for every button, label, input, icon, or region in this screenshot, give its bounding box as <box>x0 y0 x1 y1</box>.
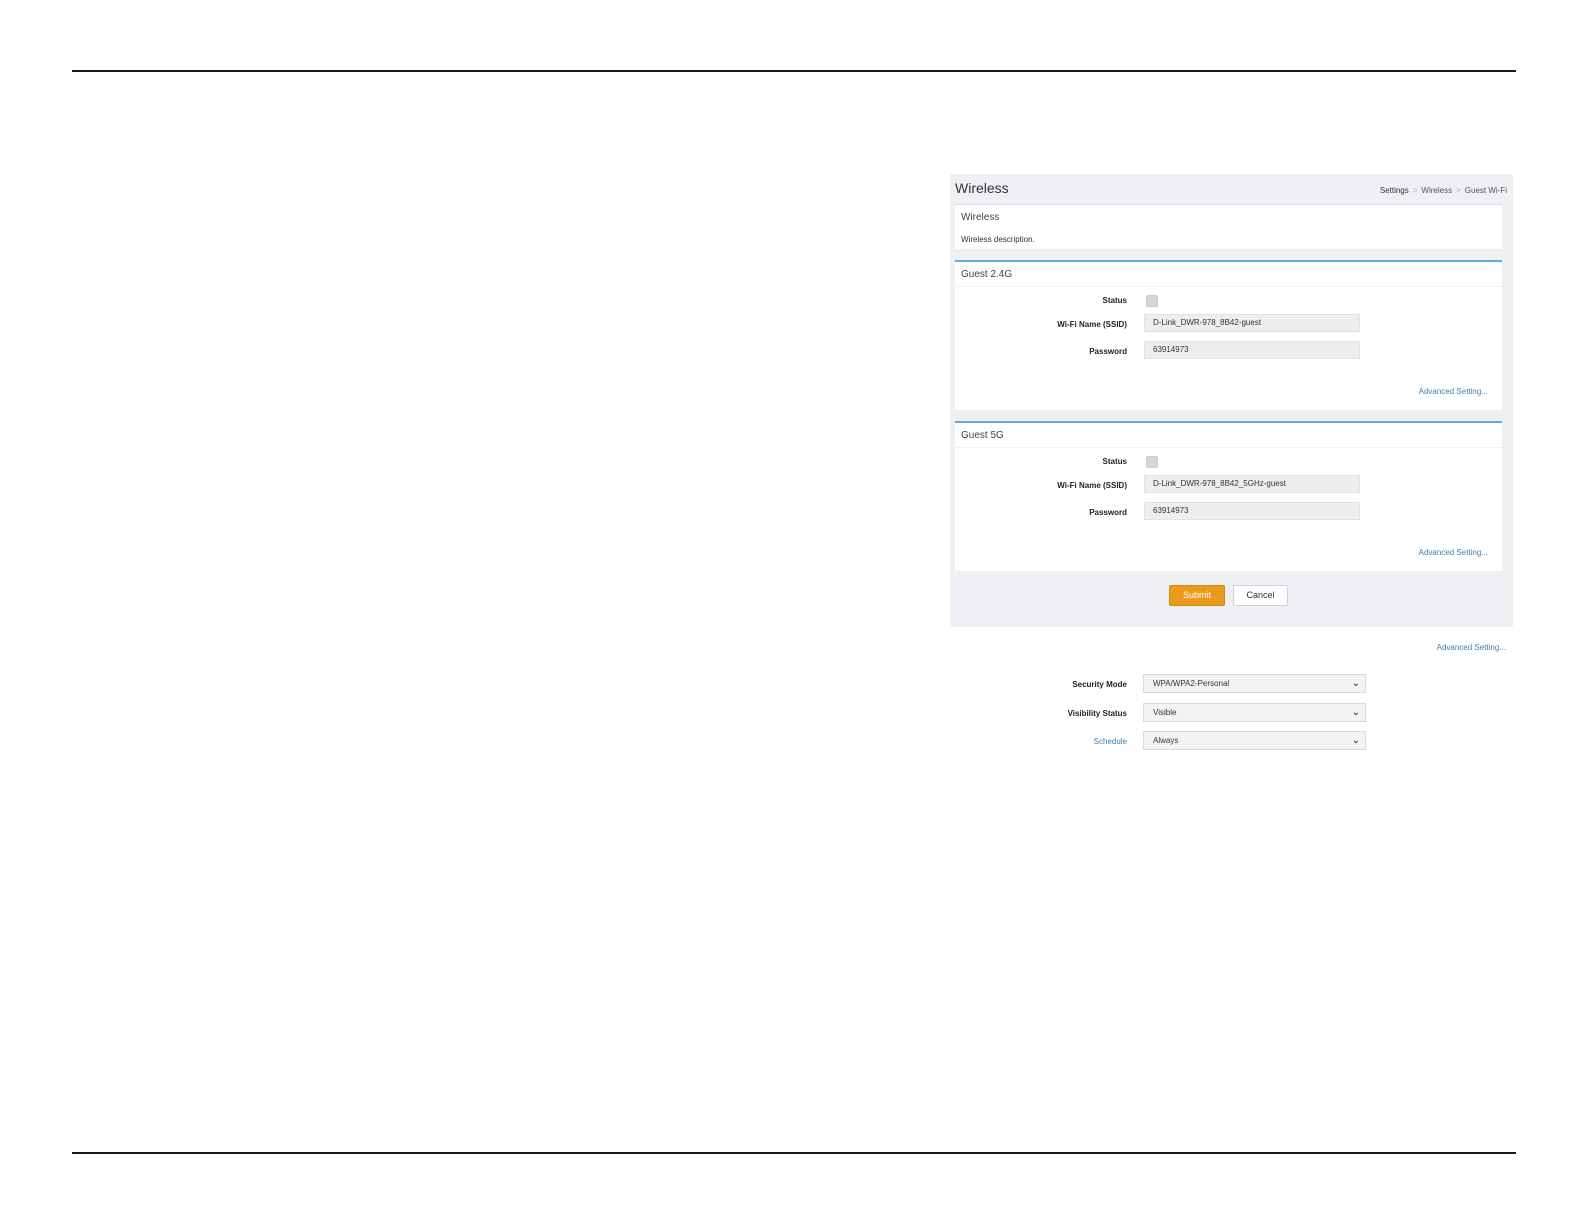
chevron-down-icon: ⌄ <box>1351 678 1360 689</box>
guest-5g-advanced-link[interactable]: Advanced Setting... <box>1419 548 1488 557</box>
top-divider <box>72 70 1516 72</box>
advanced-setting-link[interactable]: Advanced Setting... <box>1437 643 1506 652</box>
guest-5g-ssid-input[interactable]: D-Link_DWR-978_8B42_5GHz-guest <box>1144 475 1360 493</box>
wireless-info-panel: Wireless Wireless description. <box>955 204 1502 249</box>
guest-24g-panel: Guest 2.4G Status Wi-Fi Name (SSID) D-Li… <box>955 260 1502 410</box>
chevron-down-icon: ⌄ <box>1351 707 1360 718</box>
breadcrumb-separator: > <box>1456 186 1461 195</box>
password-label: Password <box>1089 508 1127 517</box>
ssid-label: Wi-Fi Name (SSID) <box>1057 320 1127 329</box>
guest-24g-ssid-input[interactable]: D-Link_DWR-978_8B42-guest <box>1144 314 1360 332</box>
guest-5g-title: Guest 5G <box>961 430 1004 441</box>
visibility-status-value: Visible <box>1153 708 1177 717</box>
page-title: Wireless <box>955 180 1009 196</box>
visibility-status-label: Visibility Status <box>1067 709 1127 718</box>
info-panel-description: Wireless description. <box>961 235 1035 244</box>
schedule-link[interactable]: Schedule <box>1094 737 1127 746</box>
page-header: Wireless Settings > Wireless > Guest Wi-Fi <box>955 178 1507 202</box>
breadcrumb-guest-wifi: Guest Wi-Fi <box>1464 186 1507 195</box>
chevron-down-icon: ⌄ <box>1351 735 1360 746</box>
panel-divider <box>955 447 1502 448</box>
breadcrumb-wireless[interactable]: Wireless <box>1421 186 1452 195</box>
breadcrumb: Settings > Wireless > Guest Wi-Fi <box>1380 186 1507 195</box>
status-label: Status <box>1102 296 1127 305</box>
password-label: Password <box>1089 347 1127 356</box>
info-panel-title: Wireless <box>961 212 1000 223</box>
guest-24g-advanced-link[interactable]: Advanced Setting... <box>1419 387 1488 396</box>
guest-24g-status-checkbox[interactable] <box>1146 295 1158 307</box>
guest-24g-title: Guest 2.4G <box>961 269 1013 280</box>
security-mode-select[interactable]: WPA/WPA2-Personal ⌄ <box>1143 674 1366 693</box>
schedule-value: Always <box>1153 736 1179 745</box>
guest-5g-panel: Guest 5G Status Wi-Fi Name (SSID) D-Link… <box>955 421 1502 571</box>
schedule-select[interactable]: Always ⌄ <box>1143 731 1366 750</box>
guest-5g-password-input[interactable]: 63914973 <box>1144 502 1360 520</box>
guest-5g-status-checkbox[interactable] <box>1146 456 1158 468</box>
status-label: Status <box>1102 457 1127 466</box>
bottom-divider <box>72 1152 1516 1154</box>
ssid-label: Wi-Fi Name (SSID) <box>1057 481 1127 490</box>
submit-button[interactable]: Submit <box>1169 585 1225 606</box>
wireless-screenshot: Wireless Settings > Wireless > Guest Wi-Fi W… <box>950 174 1513 627</box>
breadcrumb-separator: > <box>1412 186 1418 195</box>
security-mode-value: WPA/WPA2-Personal <box>1153 679 1230 688</box>
cancel-button[interactable]: Cancel <box>1233 585 1288 606</box>
guest-24g-password-input[interactable]: 63914973 <box>1144 341 1360 359</box>
panel-divider <box>955 286 1502 287</box>
visibility-status-select[interactable]: Visible ⌄ <box>1143 703 1366 722</box>
security-mode-label: Security Mode <box>1072 680 1127 689</box>
breadcrumb-settings[interactable]: Settings <box>1380 186 1409 195</box>
